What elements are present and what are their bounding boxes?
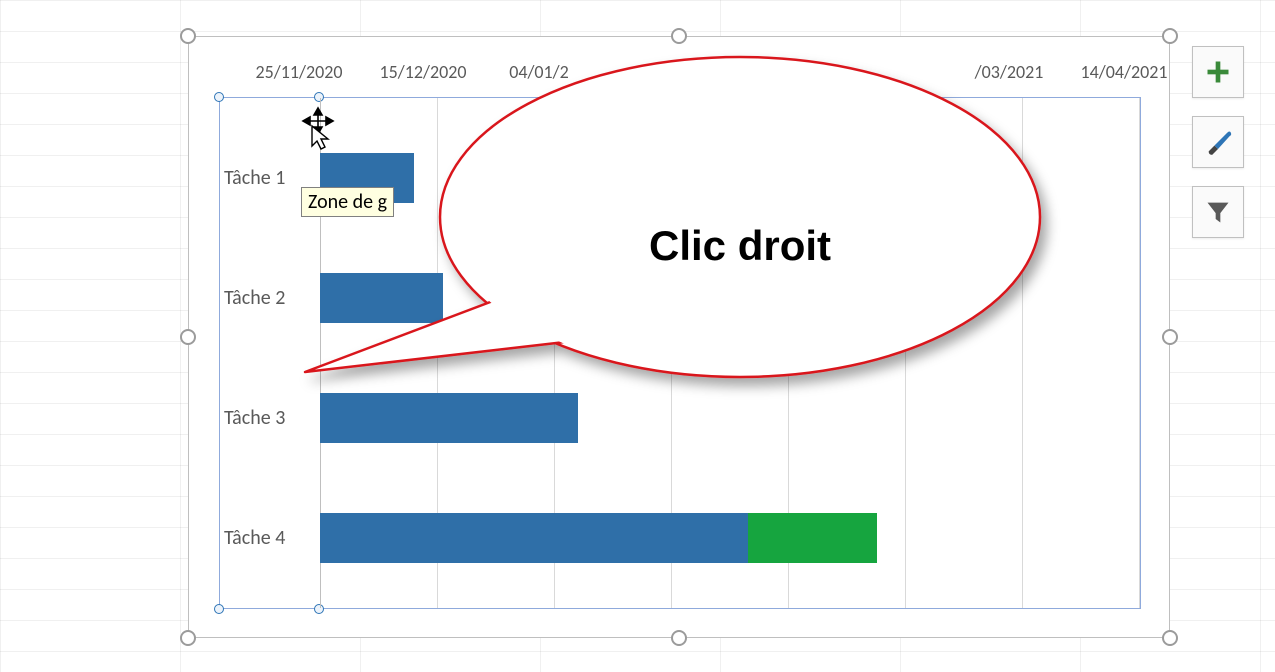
plot-area[interactable]: Tâche 1 Tâche 2 Tâche 3 Tâche 4 xyxy=(219,97,1141,609)
chart-side-toolbar xyxy=(1192,46,1248,256)
x-tick: 15/12/2020 xyxy=(380,61,467,83)
funnel-icon xyxy=(1204,198,1232,226)
x-tick: 04/01/2 xyxy=(509,61,569,83)
category-label: Tâche 2 xyxy=(220,286,319,310)
hover-tooltip: Zone de g xyxy=(301,187,394,217)
chart-handle-bl[interactable] xyxy=(180,630,196,646)
bar-segment-series2[interactable] xyxy=(748,513,877,563)
x-tick: 25/11/2020 xyxy=(256,61,343,83)
x-tick: /03/2021 xyxy=(975,61,1044,83)
add-chart-element-button[interactable] xyxy=(1192,46,1244,98)
chart-handle-tr[interactable] xyxy=(1162,28,1178,44)
chart-filter-button[interactable] xyxy=(1192,186,1244,238)
x-axis-labels: 25/11/2020 15/12/2020 04/01/2 /03/2021 1… xyxy=(229,61,1149,85)
chart-handle-mr[interactable] xyxy=(1162,329,1178,345)
bar-segment-series1[interactable] xyxy=(320,393,578,443)
chart-handle-tl[interactable] xyxy=(180,28,196,44)
x-tick: 14/04/2021 xyxy=(1081,61,1168,83)
category-label: Tâche 3 xyxy=(220,406,319,430)
bar-segment-series1[interactable] xyxy=(320,513,748,563)
chart-handle-br[interactable] xyxy=(1162,630,1178,646)
chart-handle-ml[interactable] xyxy=(180,329,196,345)
paintbrush-icon xyxy=(1204,128,1232,156)
bar-row: Tâche 2 xyxy=(220,273,1140,323)
bar-row: Tâche 4 xyxy=(220,513,1140,563)
category-label: Tâche 4 xyxy=(220,526,319,550)
plus-icon xyxy=(1204,58,1232,86)
bar-row: Tâche 3 xyxy=(220,393,1140,443)
plot-handle-tl[interactable] xyxy=(214,92,224,102)
chart-handle-tm[interactable] xyxy=(671,28,687,44)
chart-object[interactable]: 25/11/2020 15/12/2020 04/01/2 /03/2021 1… xyxy=(188,36,1170,638)
bar-segment-series1[interactable] xyxy=(320,273,443,323)
plot-handle-bl[interactable] xyxy=(214,604,224,614)
chart-styles-button[interactable] xyxy=(1192,116,1244,168)
chart-handle-bm[interactable] xyxy=(671,630,687,646)
